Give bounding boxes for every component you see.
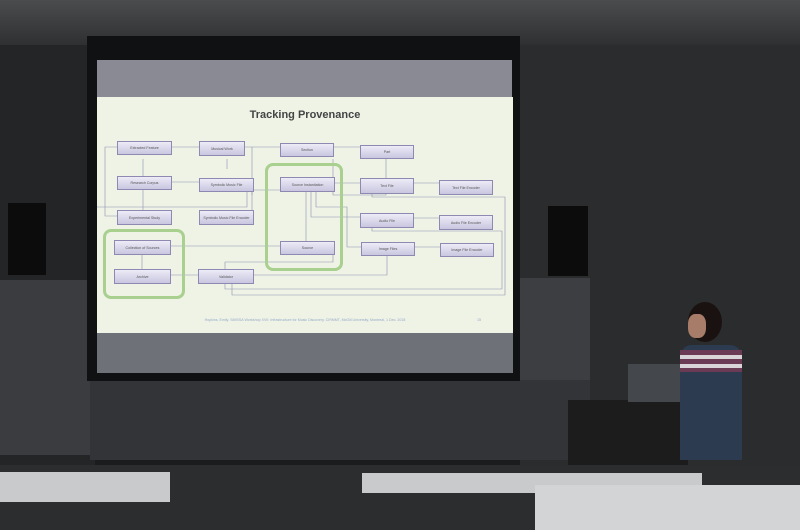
table	[0, 472, 170, 502]
entity-section: Section	[280, 143, 334, 157]
entity-extracted-feature: Extracted Feature	[117, 141, 172, 155]
wall	[90, 380, 590, 460]
entity-text-file-encoder: Text File Encoder	[439, 180, 493, 195]
entity-audio-file-encoder: Audio File Encoder	[439, 215, 493, 230]
entity-audio-file: Audio File	[360, 213, 414, 228]
slide: Tracking Provenance Extracted Feature Mu…	[97, 97, 513, 333]
entity-collection-of-sources: Collection of Sources	[114, 240, 171, 255]
entity-musical-work: Musical Work	[199, 141, 245, 156]
entity-validator: Validator	[198, 269, 254, 284]
entity-text-file: Text File	[360, 178, 414, 194]
entity-research-corpus: Research Corpus	[117, 176, 172, 190]
screen-margin	[97, 333, 513, 373]
podium	[568, 400, 688, 470]
entity-source-instantiation: Source Instantiation	[280, 177, 335, 192]
entity-symbolic-music-file-encoder: Symbolic Music File Encoder	[199, 210, 254, 225]
presenter-shirt	[680, 350, 742, 372]
whiteboard	[0, 280, 92, 455]
laptop	[628, 364, 688, 402]
loudspeaker	[8, 203, 46, 275]
entity-source: Source	[280, 241, 335, 255]
entity-experimental-study: Experimental Study	[117, 210, 172, 225]
presenter-face	[688, 314, 706, 338]
slide-footer: Hopkins, Emily. SIMSSA Workshop XVII: In…	[204, 318, 406, 322]
table	[535, 485, 800, 530]
loudspeaker	[548, 206, 588, 276]
entity-image-files: Image Files	[361, 242, 415, 256]
slide-page-number: 15	[477, 318, 481, 322]
entity-part: Part	[360, 145, 414, 159]
screen-margin	[97, 60, 512, 98]
entity-image-file-encoder: Image File Encoder	[440, 243, 494, 257]
entity-archive: Archive	[114, 269, 171, 284]
entity-symbolic-music-file: Symbolic Music File	[199, 178, 254, 192]
